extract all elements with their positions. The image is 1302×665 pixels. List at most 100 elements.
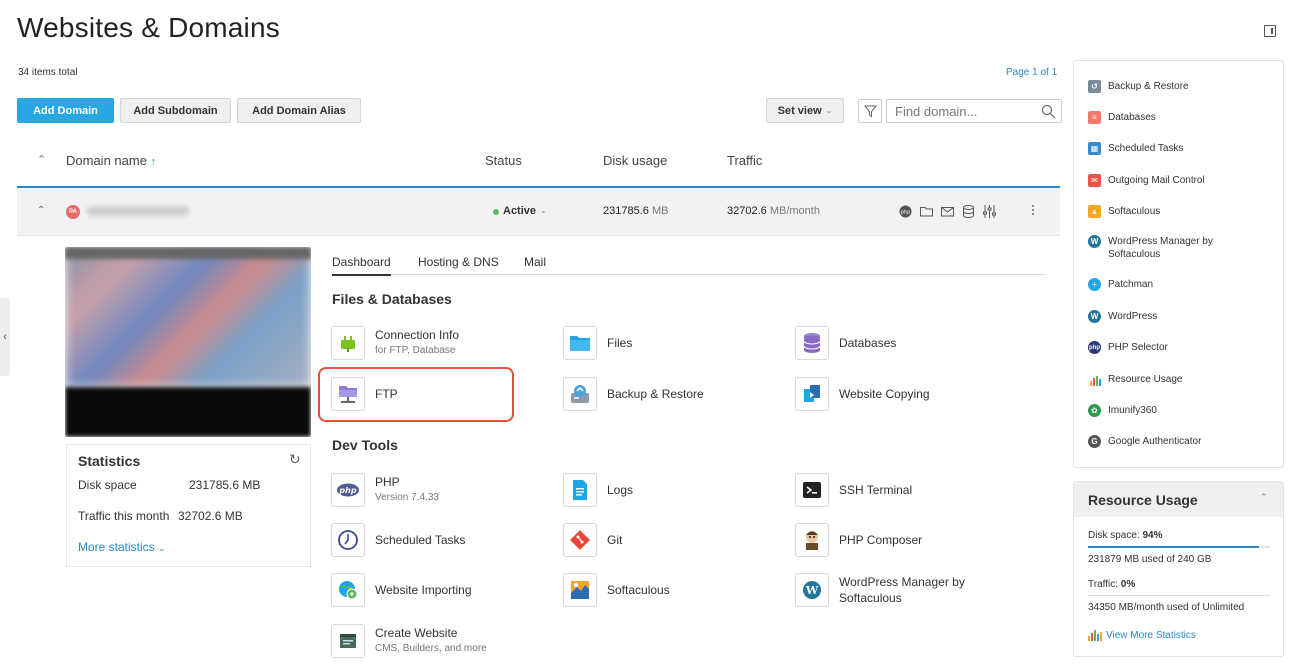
sidebar-item-resource-usage[interactable]: Resource Usage xyxy=(1088,373,1278,386)
tool-databases[interactable]: Databases xyxy=(795,324,896,362)
items-total: 34 items total xyxy=(18,67,78,78)
tool-ssh-terminal[interactable]: SSH Terminal xyxy=(795,471,912,509)
column-domain-name[interactable]: Domain name ↑ xyxy=(66,153,156,168)
more-statistics-label: More statistics xyxy=(78,540,155,554)
php-version: Version 7.4.33 xyxy=(375,492,439,503)
sidebar-item-label: Scheduled Tasks xyxy=(1108,143,1184,154)
chevron-up-icon[interactable]: ⌃ xyxy=(37,205,45,216)
add-subdomain-button[interactable]: Add Subdomain xyxy=(120,98,231,123)
tool-php-composer[interactable]: PHP Composer xyxy=(795,521,922,559)
wordpress-icon: W xyxy=(1088,310,1101,323)
sidebar-item-softaculous[interactable]: ▲ Softaculous xyxy=(1088,205,1278,218)
sidebar-item-databases[interactable]: ≡ Databases xyxy=(1088,111,1278,124)
sidebar-item-wordpress-manager[interactable]: W WordPress Manager by Softaculous xyxy=(1088,235,1278,261)
sidebar-item-google-authenticator[interactable]: G Google Authenticator xyxy=(1088,435,1278,448)
git-label: Git xyxy=(607,533,623,547)
tool-git[interactable]: Git xyxy=(563,521,622,559)
php-icon[interactable]: php xyxy=(898,204,913,219)
tool-connection-info[interactable]: Connection Info for FTP, Database xyxy=(331,324,459,362)
clock-icon xyxy=(331,523,365,557)
refresh-icon[interactable]: ↻ xyxy=(289,451,301,468)
disk-usage-unit: MB xyxy=(651,205,669,217)
svg-text:php: php xyxy=(338,486,356,495)
files-label: Files xyxy=(607,336,633,350)
patchman-icon: + xyxy=(1088,278,1101,291)
add-domain-button[interactable]: Add Domain xyxy=(17,98,114,123)
globe-import-icon xyxy=(331,573,365,607)
left-collapse-handle[interactable]: ‹ xyxy=(0,298,10,376)
tab-hosting-dns[interactable]: Hosting & DNS xyxy=(418,255,499,274)
tool-wordpress-manager[interactable]: W WordPress Manager by Softaculous xyxy=(795,571,965,609)
search-input[interactable] xyxy=(893,100,1033,122)
tool-php[interactable]: php PHP Version 7.4.33 xyxy=(331,471,439,509)
chevron-left-icon: ‹ xyxy=(3,331,7,343)
traffic-value: 32702.6 MB/month xyxy=(727,205,820,217)
databases-label: Databases xyxy=(839,336,897,350)
tab-dashboard[interactable]: Dashboard xyxy=(332,255,391,276)
website-preview[interactable] xyxy=(65,247,311,437)
sidebar-item-label: Google Authenticator xyxy=(1108,436,1202,447)
set-view-button[interactable]: Set view ⌄ xyxy=(766,98,844,123)
sort-asc-icon: ↑ xyxy=(150,156,157,168)
page-info[interactable]: Page 1 of 1 xyxy=(1006,67,1057,78)
sidebar-item-imunify360[interactable]: ✿ Imunify360 xyxy=(1088,404,1278,417)
wordpress-icon: W xyxy=(795,573,829,607)
sidebar-item-wordpress[interactable]: W WordPress xyxy=(1088,310,1278,323)
php-icon: php xyxy=(1088,341,1101,354)
sidebar-item-patchman[interactable]: + Patchman xyxy=(1088,278,1278,291)
copy-icon xyxy=(795,377,829,411)
tool-website-copying[interactable]: Website Copying xyxy=(795,375,930,413)
status-badge[interactable]: Active xyxy=(503,205,536,217)
column-domain-name-label: Domain name xyxy=(66,153,147,168)
traffic-month-label: Traffic this month xyxy=(78,509,170,523)
add-domain-alias-button[interactable]: Add Domain Alias xyxy=(237,98,361,123)
section-files-databases: Files & Databases xyxy=(332,291,452,307)
sidebar-item-label: Resource Usage xyxy=(1108,374,1183,385)
chevron-up-icon[interactable]: ⌃ xyxy=(1260,492,1268,503)
search-icon[interactable] xyxy=(1041,104,1056,119)
resource-usage-header[interactable]: Resource Usage ⌃ xyxy=(1074,482,1283,517)
more-options-icon[interactable] xyxy=(1032,205,1035,217)
domain-name-link[interactable] xyxy=(86,206,190,216)
sidebar-item-outgoing-mail[interactable]: ✉ Outgoing Mail Control xyxy=(1088,174,1278,187)
chevron-down-icon[interactable]: ⌄ xyxy=(540,206,547,215)
database-icon[interactable] xyxy=(961,204,976,219)
tool-logs[interactable]: Logs xyxy=(563,471,633,509)
disk-space-value: 231785.6 MB xyxy=(189,478,261,492)
sidebar-item-label: Databases xyxy=(1108,112,1156,123)
sidebar-item-label: WordPress xyxy=(1108,311,1158,322)
tool-files[interactable]: Files xyxy=(563,324,632,362)
tool-softaculous[interactable]: Softaculous xyxy=(563,571,670,609)
tool-website-importing[interactable]: Website Importing xyxy=(331,571,472,609)
traffic-percent: 0% xyxy=(1120,579,1136,590)
backup-icon xyxy=(563,377,597,411)
more-statistics-link[interactable]: More statistics ⌄ xyxy=(78,540,166,554)
sidebar-item-scheduled-tasks[interactable]: ▦ Scheduled Tasks xyxy=(1088,142,1278,155)
sidebar-item-php-selector[interactable]: php PHP Selector xyxy=(1088,341,1278,354)
disk-space-detail: 231879 MB used of 240 GB xyxy=(1088,554,1212,565)
php-icon: php xyxy=(331,473,365,507)
logs-icon xyxy=(563,473,597,507)
row-actions: php xyxy=(898,204,997,219)
backup-icon: ↺ xyxy=(1088,80,1101,93)
tool-backup-restore[interactable]: Backup & Restore xyxy=(563,375,704,413)
website-importing-label: Website Importing xyxy=(375,583,472,597)
traffic-number: 32702.6 xyxy=(727,205,767,217)
filter-button[interactable] xyxy=(858,99,882,123)
sidebar-item-backup-restore[interactable]: ↺ Backup & Restore xyxy=(1088,80,1278,93)
sidebar-item-label: Softaculous xyxy=(1108,206,1161,217)
traffic-month-value: 32702.6 MB xyxy=(178,509,243,523)
settings-sliders-icon[interactable] xyxy=(982,204,997,219)
tool-create-website[interactable]: Create Website CMS, Builders, and more xyxy=(331,622,487,660)
disk-space-percent: 94% xyxy=(1142,530,1163,541)
tab-mail[interactable]: Mail xyxy=(524,255,546,274)
database-icon xyxy=(795,326,829,360)
folder-icon[interactable] xyxy=(919,204,934,219)
view-more-statistics-link[interactable]: View More Statistics xyxy=(1088,629,1196,641)
panel-toggle-icon[interactable] xyxy=(1264,25,1276,37)
tool-scheduled-tasks[interactable]: Scheduled Tasks xyxy=(331,521,466,559)
php-label: PHP xyxy=(375,475,400,489)
collapse-all-icon[interactable]: ⌃ xyxy=(37,153,46,166)
mail-icon[interactable] xyxy=(940,204,955,219)
bar-chart-icon xyxy=(1088,630,1102,641)
